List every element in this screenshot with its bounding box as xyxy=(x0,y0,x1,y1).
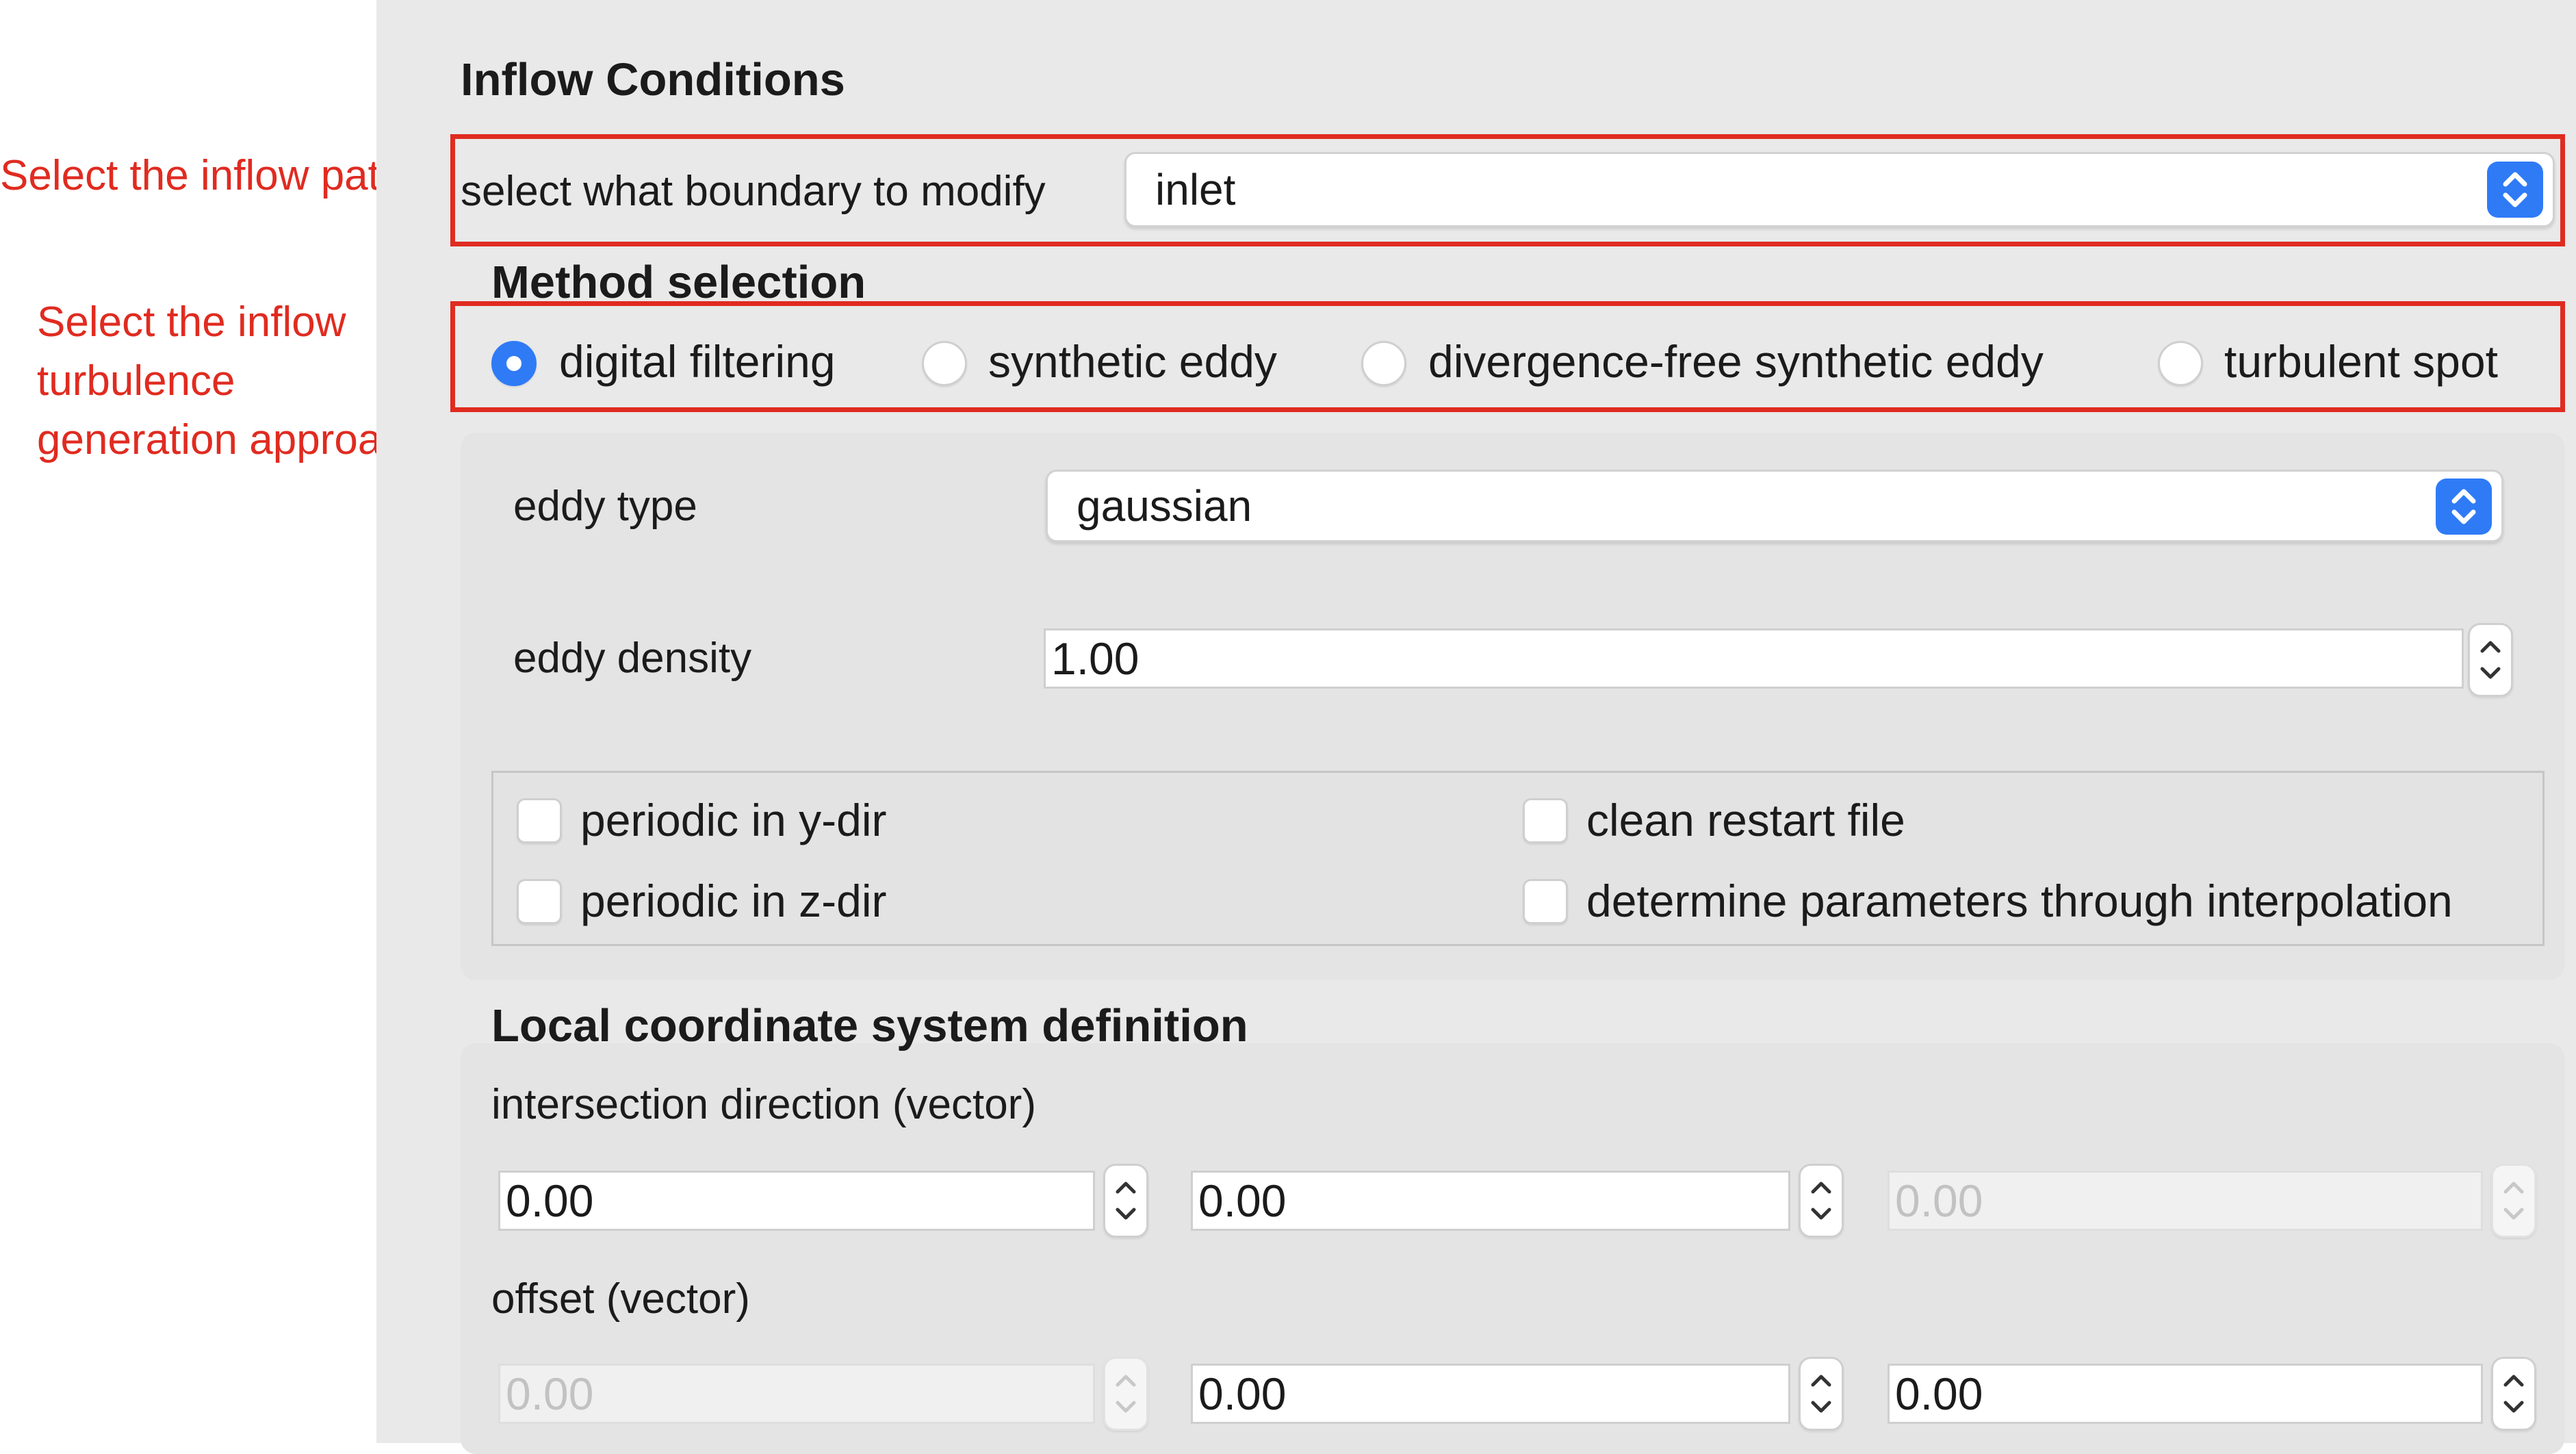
annotation-approach-line3: generation approach xyxy=(37,416,426,463)
checkbox-periodic-z-label: periodic in z-dir xyxy=(580,876,887,926)
intersection-z-input: 0.00 xyxy=(1888,1171,2483,1231)
eddy-density-stepper[interactable] xyxy=(2468,623,2513,697)
checkbox-interpolation[interactable] xyxy=(1523,879,1568,924)
eddy-type-value: gaussian xyxy=(1077,481,1252,531)
intersection-z-stepper xyxy=(2491,1164,2536,1238)
offset-y-stepper[interactable] xyxy=(1799,1357,1844,1431)
offset-z-stepper[interactable] xyxy=(2491,1357,2536,1431)
chevron-updown-icon xyxy=(2436,479,2492,535)
annotation-patch: Select the inflow patch xyxy=(0,152,425,199)
highlight-boundary-row xyxy=(450,134,2565,246)
offset-y-input[interactable]: 0.00 xyxy=(1191,1364,1790,1424)
offset-x-stepper xyxy=(1103,1357,1148,1431)
local-coords-title: Local coordinate system definition xyxy=(491,1000,1248,1051)
offset-label: offset (vector) xyxy=(491,1275,750,1323)
checkbox-periodic-y-label: periodic in y-dir xyxy=(580,795,887,845)
checkbox-periodic-y[interactable] xyxy=(517,798,562,843)
offset-x-input: 0.00 xyxy=(498,1364,1095,1424)
intersection-x-stepper[interactable] xyxy=(1103,1164,1148,1238)
intersection-y-stepper[interactable] xyxy=(1799,1164,1844,1238)
intersection-y-input[interactable]: 0.00 xyxy=(1191,1171,1790,1231)
eddy-density-label: eddy density xyxy=(513,635,752,682)
highlight-method-row xyxy=(450,301,2565,412)
offset-z-input[interactable]: 0.00 xyxy=(1888,1364,2483,1424)
checkbox-interpolation-label: determine parameters through interpolati… xyxy=(1586,876,2453,926)
eddy-density-input[interactable]: 1.00 xyxy=(1044,628,2464,689)
checkbox-periodic-z[interactable] xyxy=(517,879,562,924)
annotation-approach-line1: Select the inflow xyxy=(37,298,346,346)
intersection-x-input[interactable]: 0.00 xyxy=(498,1171,1095,1231)
intersection-label: intersection direction (vector) xyxy=(491,1081,1036,1128)
checkbox-clean-restart-label: clean restart file xyxy=(1586,795,1905,845)
eddy-type-select[interactable]: gaussian xyxy=(1046,470,2503,542)
page-title: Inflow Conditions xyxy=(461,54,845,105)
checkbox-clean-restart[interactable] xyxy=(1523,798,1568,843)
annotation-approach-line2: turbulence xyxy=(37,357,235,405)
eddy-type-label: eddy type xyxy=(513,483,697,530)
